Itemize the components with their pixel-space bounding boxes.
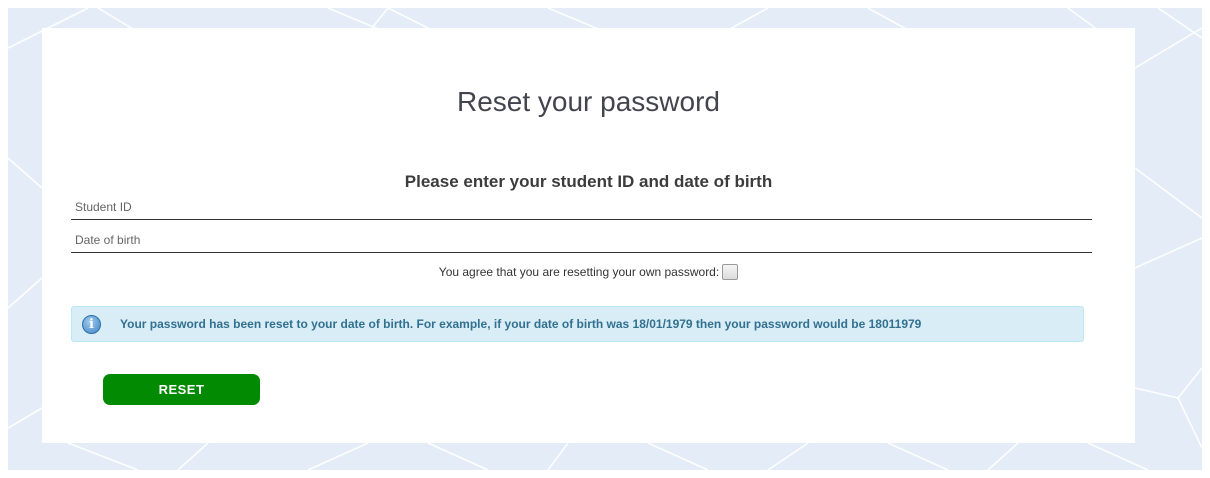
agree-row: You agree that you are resetting your ow… xyxy=(42,261,1135,282)
info-circle-icon: i xyxy=(82,315,101,334)
agree-checkbox[interactable] xyxy=(722,263,739,280)
page-title: Reset your password xyxy=(456,86,720,117)
reset-button[interactable]: RESET xyxy=(103,374,260,405)
info-message: Your password has been reset to your dat… xyxy=(120,317,922,331)
info-alert: i Your password has been reset to your d… xyxy=(71,306,1084,342)
form-instructions: Please enter your student ID and date of… xyxy=(404,172,773,191)
reset-password-card: Reset your password Please enter your st… xyxy=(42,28,1135,443)
date-of-birth-input[interactable] xyxy=(71,227,1092,253)
agree-label: You agree that you are resetting your ow… xyxy=(438,264,720,279)
student-id-input[interactable] xyxy=(71,194,1092,220)
